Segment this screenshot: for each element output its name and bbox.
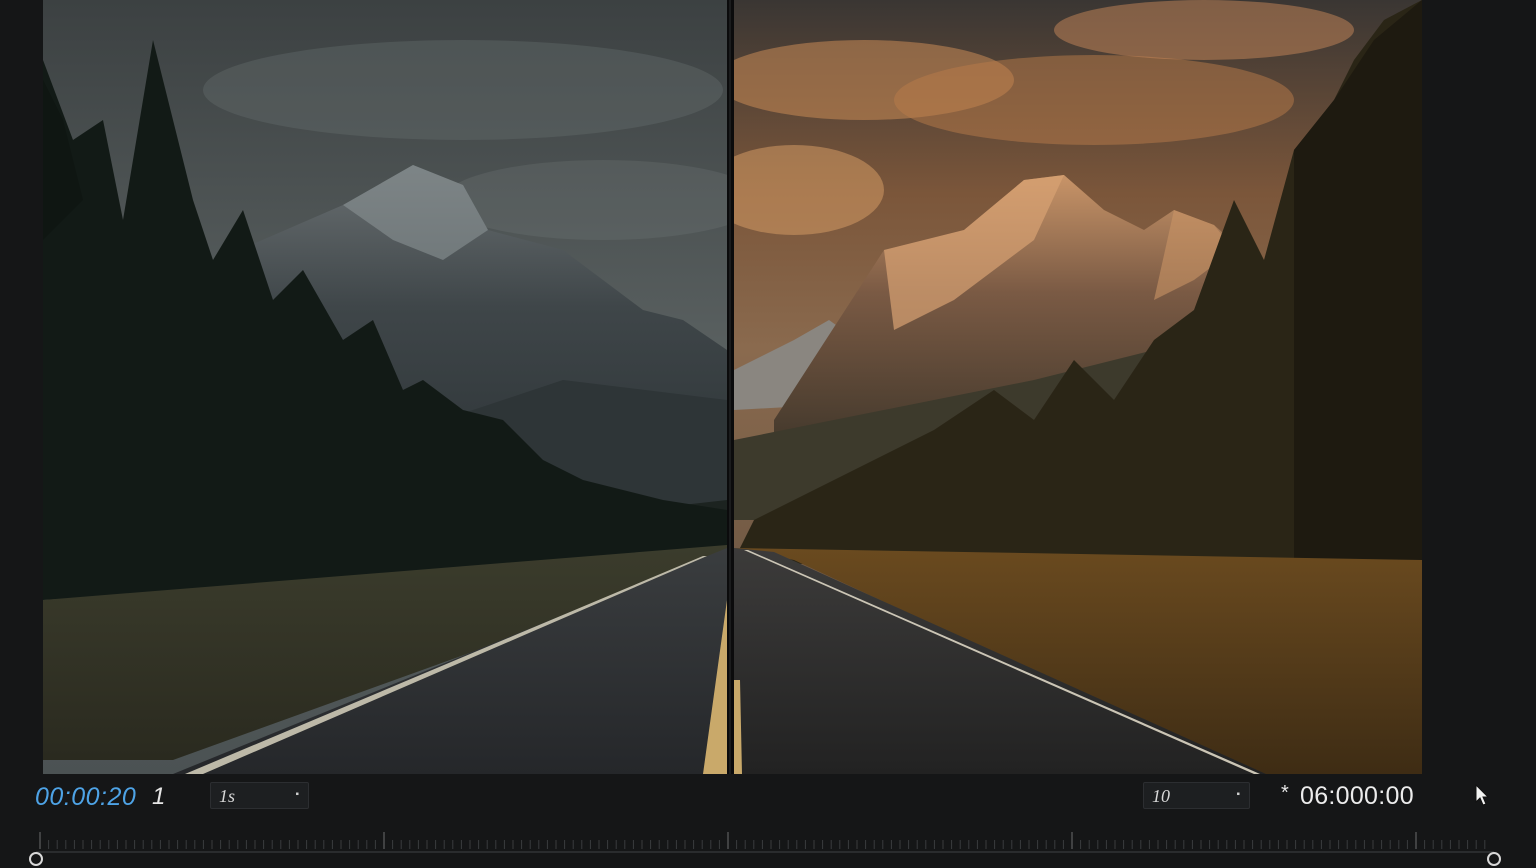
zoom-value: 1s <box>219 786 236 806</box>
before-landscape-image <box>43 0 727 774</box>
timeline-ruler[interactable] <box>0 820 1536 866</box>
caret-icon: ▪ <box>295 789 299 800</box>
quality-value: 10 <box>1152 786 1170 806</box>
caret-icon: ▪ <box>1236 789 1240 800</box>
zoom-dropdown[interactable]: 1s ▪ <box>210 782 309 809</box>
comparison-viewer <box>43 0 1422 774</box>
after-landscape-image <box>734 0 1422 774</box>
duration-marker: * <box>1281 782 1289 804</box>
playhead-start-handle[interactable] <box>27 850 45 868</box>
timeline-ticks <box>36 832 1494 853</box>
before-image-pane <box>43 0 727 774</box>
cursor-arrow-icon <box>1474 783 1490 811</box>
playhead-end-handle[interactable] <box>1485 850 1503 868</box>
current-timecode[interactable]: 00:00:20 <box>35 783 136 812</box>
total-duration: 06:000:00 <box>1300 782 1414 810</box>
after-image-pane <box>734 0 1422 774</box>
frame-number: 1 <box>152 783 166 810</box>
quality-dropdown[interactable]: 10 ▪ <box>1143 782 1250 809</box>
split-divider-line <box>729 0 731 774</box>
